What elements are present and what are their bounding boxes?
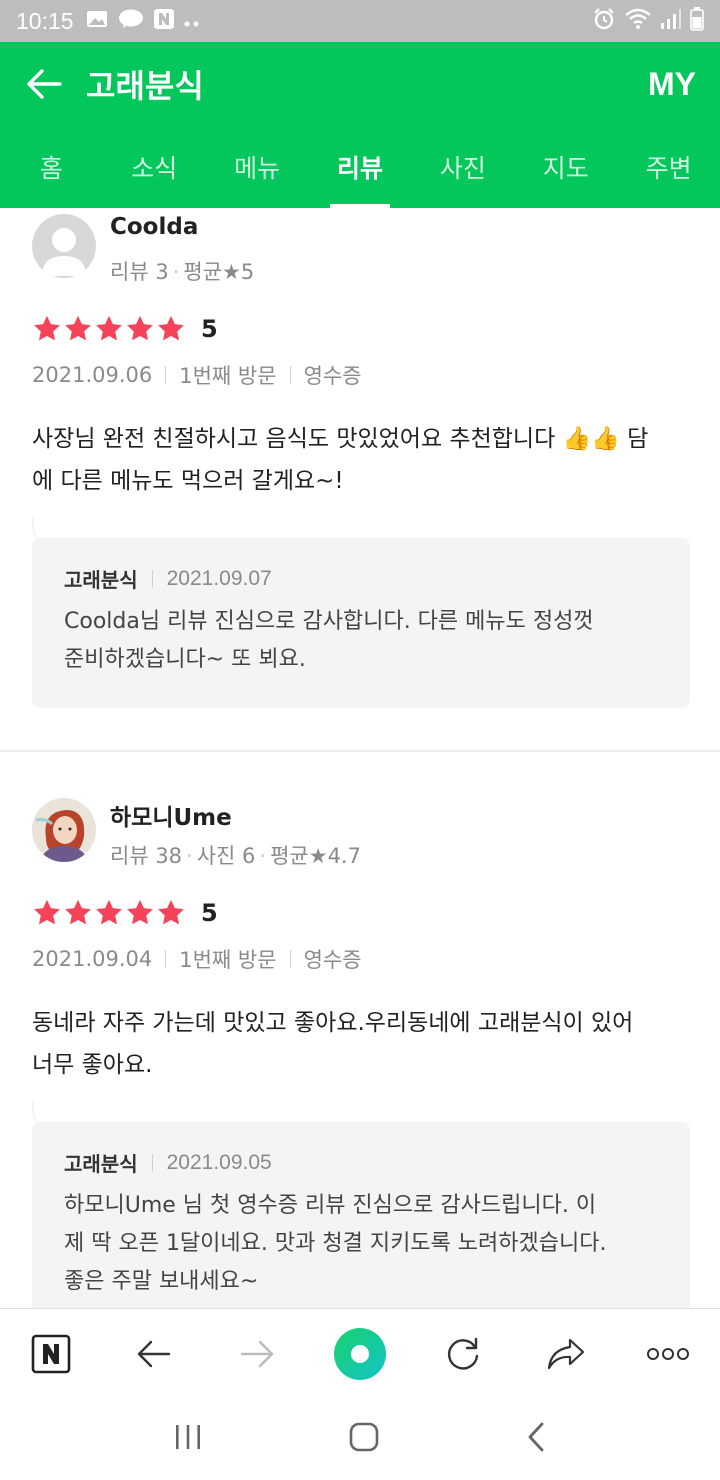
reply-date: 2021.09.07 bbox=[166, 566, 272, 590]
tab-map[interactable]: 지도 bbox=[514, 126, 617, 208]
tab-reviews[interactable]: 리뷰 bbox=[309, 126, 412, 208]
star-icon bbox=[158, 899, 184, 925]
reply-text-line: 좋은 주말 보내세요~ bbox=[64, 1269, 259, 1294]
star-icon bbox=[127, 315, 153, 341]
signal-icon bbox=[660, 8, 682, 34]
app-screen: 10:15 고래분식 MY 홈 소식 메뉴 리뷰 사진 지도 주변 Coolda… bbox=[0, 0, 720, 1480]
browser-toolbar bbox=[0, 1308, 720, 1398]
tab-home[interactable]: 홈 bbox=[0, 126, 103, 208]
owner-reply: 고래분식 2021.09.07 Coolda님 리뷰 진심으로 감사합니다. 다… bbox=[32, 516, 690, 708]
rating-score: 5 bbox=[201, 899, 218, 927]
star-icon bbox=[34, 315, 60, 341]
star-icon bbox=[65, 315, 91, 341]
tab-menu[interactable]: 메뉴 bbox=[206, 126, 309, 208]
review-text: 사장님 완전 친절하시고 음식도 맛있었어요 추천합니다 👍👍 담 에 다른 메… bbox=[32, 418, 692, 502]
status-right bbox=[592, 7, 704, 35]
reviewer-average: 평균★5 bbox=[183, 260, 255, 284]
reviewer-photo-count: 사진 6 bbox=[196, 844, 256, 868]
star-icon bbox=[34, 899, 60, 925]
review-divider bbox=[0, 750, 720, 752]
talk-icon bbox=[118, 9, 144, 33]
recent-apps-icon[interactable] bbox=[173, 1423, 203, 1455]
tab-news[interactable]: 소식 bbox=[103, 126, 206, 208]
naver-n-icon[interactable] bbox=[21, 1324, 81, 1384]
visit-count: 1번째 방문 bbox=[179, 364, 277, 388]
review-text-line: 에 다른 메뉴도 먹으러 갈게요~! bbox=[32, 468, 344, 494]
reply-text-line: 제 딱 오픈 1달이네요. 맛과 청결 지키도록 노려하겠습니다. bbox=[64, 1231, 607, 1256]
system-nav-bar bbox=[0, 1398, 720, 1480]
review-text: 동네라 자주 가는데 맛있고 좋아요.우리동네에 고래분식이 있어 너무 좋아요… bbox=[32, 1002, 692, 1086]
green-dot-icon[interactable] bbox=[330, 1324, 390, 1384]
forward-arrow-icon[interactable] bbox=[227, 1324, 287, 1384]
reviewer-average: 평균★4.7 bbox=[270, 844, 361, 868]
star-icon bbox=[158, 315, 184, 341]
reply-header: 고래분식 2021.09.05 bbox=[64, 1148, 660, 1177]
back-arrow-icon[interactable] bbox=[24, 64, 64, 104]
visit-count: 1번째 방문 bbox=[179, 948, 277, 972]
tab-nearby[interactable]: 주변 bbox=[617, 126, 720, 208]
star-icon bbox=[65, 899, 91, 925]
more-notifications-icon bbox=[184, 12, 200, 31]
reply-text-line: 준비하겠습니다~ 또 뵈요. bbox=[64, 647, 306, 672]
star-icon bbox=[96, 899, 122, 925]
reviewer-stats: 리뷰 3 · 평균★5 bbox=[110, 260, 255, 284]
avatar[interactable] bbox=[32, 798, 96, 862]
reviewer-nickname[interactable]: 하모니Ume bbox=[110, 798, 232, 832]
alarm-icon bbox=[592, 7, 616, 35]
reply-text: 하모니Ume 님 첫 영수증 리뷰 진심으로 감사드립니다. 이 제 딱 오픈 … bbox=[64, 1187, 660, 1301]
receipt-verified: 영수증 bbox=[303, 364, 362, 388]
gallery-icon bbox=[86, 10, 108, 32]
page-title: 고래분식 bbox=[86, 67, 204, 105]
rating-score: 5 bbox=[201, 315, 218, 343]
more-icon[interactable] bbox=[638, 1324, 698, 1384]
reviewer-stats: 리뷰 38 · 사진 6 · 평균★4.7 bbox=[110, 844, 361, 868]
review-text-line: 동네라 자주 가는데 맛있고 좋아요.우리동네에 고래분식이 있어 bbox=[32, 1010, 634, 1036]
status-time: 10:15 bbox=[16, 7, 74, 34]
receipt-verified: 영수증 bbox=[303, 948, 362, 972]
tab-bar: 홈 소식 메뉴 리뷰 사진 지도 주변 bbox=[0, 126, 720, 208]
visit-date: 2021.09.06 bbox=[32, 363, 153, 387]
reply-owner: 고래분식 bbox=[64, 1152, 138, 1176]
avatar[interactable] bbox=[32, 214, 96, 278]
visit-info: 2021.09.04 1번째 방문 영수증 bbox=[32, 944, 362, 974]
my-button[interactable]: MY bbox=[648, 66, 696, 103]
tab-photos[interactable]: 사진 bbox=[411, 126, 514, 208]
review-text-line: 사장님 완전 친절하시고 음식도 맛있었어요 추천합니다 👍👍 담 bbox=[32, 426, 649, 452]
reply-text-line: 하모니Ume 님 첫 영수증 리뷰 진심으로 감사드립니다. 이 bbox=[64, 1193, 597, 1218]
review-text-line: 너무 좋아요. bbox=[32, 1052, 153, 1078]
reviewer-review-count: 리뷰 3 bbox=[110, 260, 169, 284]
naver-app-icon bbox=[153, 9, 174, 33]
share-icon[interactable] bbox=[536, 1324, 596, 1384]
visit-date: 2021.09.04 bbox=[32, 947, 153, 971]
back-icon[interactable] bbox=[525, 1421, 547, 1457]
reviewer-nickname[interactable]: Coolda bbox=[110, 214, 198, 240]
wifi-icon bbox=[624, 8, 652, 34]
status-bar: 10:15 bbox=[0, 0, 720, 42]
star-icon bbox=[127, 899, 153, 925]
battery-icon bbox=[690, 7, 704, 35]
review-item: 하모니Ume 리뷰 38 · 사진 6 · 평균★4.7 5 2021.09.04 1번… bbox=[0, 792, 720, 1308]
star-icon bbox=[96, 315, 122, 341]
reply-text: Coolda님 리뷰 진심으로 감사합니다. 다른 메뉴도 정성껏 준비하겠습니… bbox=[64, 603, 660, 679]
reviewer-review-count: 리뷰 38 bbox=[110, 844, 183, 868]
rating-stars: 5 bbox=[32, 898, 218, 928]
home-icon[interactable] bbox=[348, 1421, 380, 1457]
owner-reply: 고래분식 2021.09.05 하모니Ume 님 첫 영수증 리뷰 진심으로 감… bbox=[32, 1100, 690, 1308]
visit-info: 2021.09.06 1번째 방문 영수증 bbox=[32, 360, 362, 390]
refresh-icon[interactable] bbox=[433, 1324, 493, 1384]
review-item: Coolda 리뷰 3 · 평균★5 5 2021.09.06 1번째 방문 영수증 bbox=[0, 208, 720, 753]
reply-text-line: Coolda님 리뷰 진심으로 감사합니다. 다른 메뉴도 정성껏 bbox=[64, 609, 594, 634]
reply-date: 2021.09.05 bbox=[166, 1150, 272, 1174]
reply-header: 고래분식 2021.09.07 bbox=[64, 564, 660, 593]
review-list: Coolda 리뷰 3 · 평균★5 5 2021.09.06 1번째 방문 영수증 bbox=[0, 208, 720, 1308]
app-header: 고래분식 MY bbox=[0, 42, 720, 126]
reply-owner: 고래분식 bbox=[64, 568, 138, 592]
back-arrow-icon[interactable] bbox=[124, 1324, 184, 1384]
rating-stars: 5 bbox=[32, 314, 218, 344]
